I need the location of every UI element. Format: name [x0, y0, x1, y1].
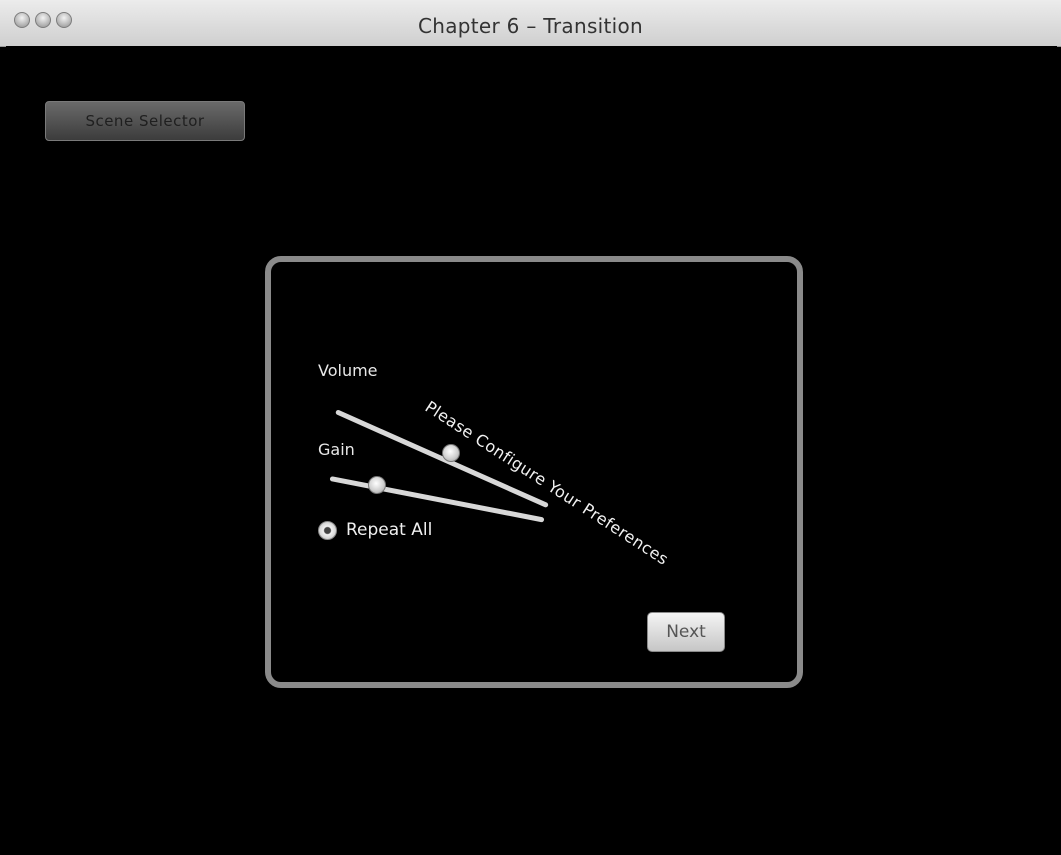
volume-slider-thumb[interactable]: [442, 444, 460, 462]
title-bar: Chapter 6 – Transition: [0, 0, 1061, 47]
volume-label: Volume: [318, 361, 378, 380]
next-button[interactable]: Next: [647, 612, 725, 652]
scene-selector-button[interactable]: Scene Selector: [45, 101, 245, 141]
gain-label: Gain: [318, 440, 355, 459]
app-window: Chapter 6 – Transition Scene Selector Vo…: [0, 0, 1061, 855]
gain-slider-thumb[interactable]: [368, 476, 386, 494]
window-title: Chapter 6 – Transition: [417, 14, 644, 38]
repeat-all-label[interactable]: Repeat All: [346, 520, 432, 540]
repeat-all-radio[interactable]: [318, 521, 337, 540]
